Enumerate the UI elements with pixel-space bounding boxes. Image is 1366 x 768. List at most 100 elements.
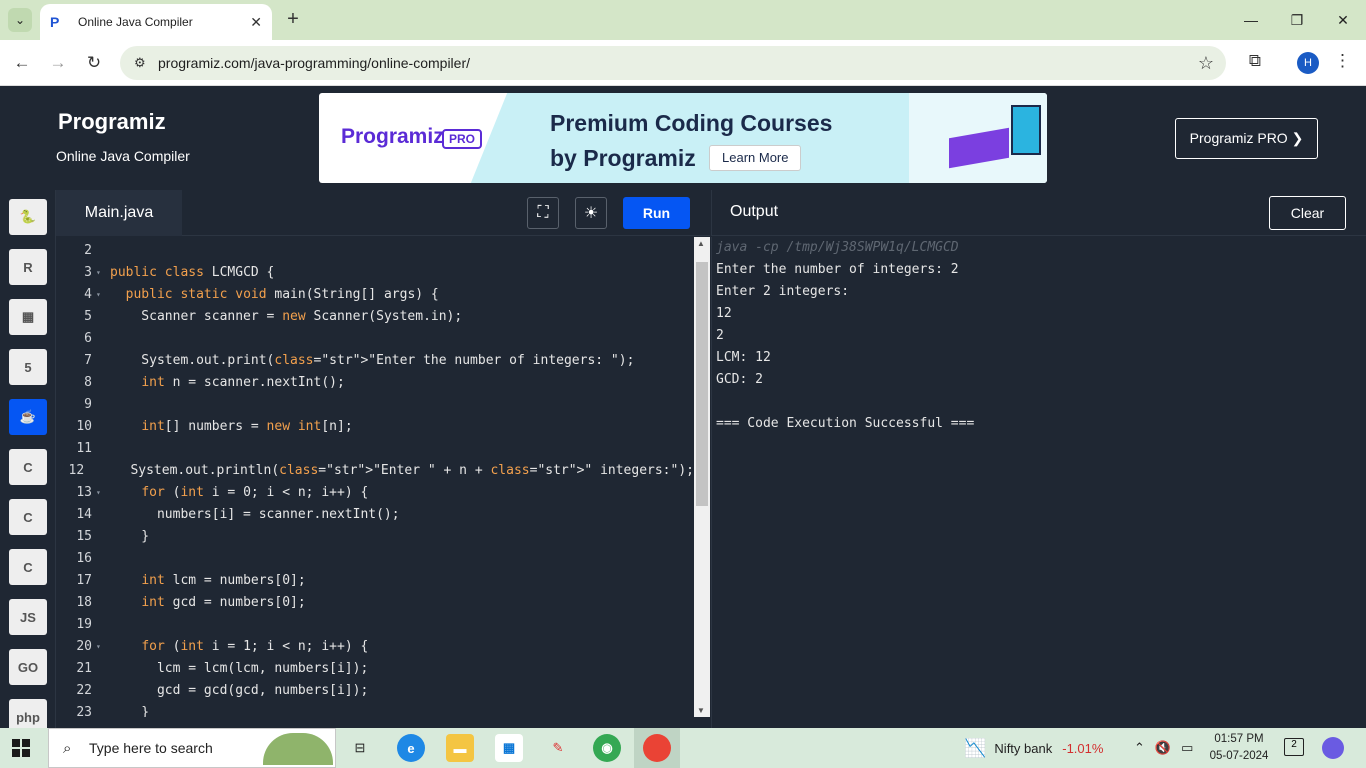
window-close-button[interactable]: ✕ [1320, 0, 1366, 40]
programiz-pro-button[interactable]: Programiz PRO ❯ [1175, 118, 1318, 159]
fold-arrow-icon[interactable]: ▾ [92, 290, 110, 299]
code-line[interactable]: 20 ▾ for (int i = 1; i < n; i++) { [56, 635, 694, 657]
python-icon[interactable]: 🐍 [9, 199, 47, 235]
task-view-icon[interactable]: ⊟ [346, 734, 374, 762]
chrome-active-icon[interactable] [634, 728, 680, 768]
sql-icon[interactable]: ▦ [9, 299, 47, 335]
restore-button[interactable]: ❐ [1274, 0, 1320, 40]
code-editor[interactable]: 2 3 ▾ public class LCMGCD {4 ▾ public static… [56, 237, 694, 717]
code-line[interactable]: 22 gcd = gcd(gcd, numbers[i]); [56, 679, 694, 701]
minimize-button[interactable]: — [1228, 0, 1274, 40]
code-line[interactable]: 9 [56, 393, 694, 415]
code-line[interactable]: 15 } [56, 525, 694, 547]
scroll-up-icon[interactable]: ▲ [697, 239, 705, 248]
nifty-value: -1.01% [1062, 740, 1104, 756]
cpp-icon[interactable]: C [9, 499, 47, 535]
bookmark-star-icon[interactable]: ☆ [1198, 53, 1214, 74]
reload-button[interactable]: ↻ [82, 51, 106, 75]
java-icon[interactable]: ☕ [9, 399, 47, 435]
browser-tab[interactable]: P Online Java Compiler ✕ [40, 4, 272, 40]
banner-logo: Programiz [341, 125, 444, 148]
html-icon[interactable]: 5 [9, 349, 47, 385]
output-line: LCM: 12 [716, 350, 771, 365]
learn-more-button[interactable]: Learn More [709, 145, 802, 171]
notification-icon[interactable]: 2 [1284, 738, 1304, 756]
fold-arrow-icon[interactable]: ▾ [92, 488, 110, 497]
taskbar-clock[interactable]: 01:57 PM 05-07-2024 [1204, 731, 1274, 765]
output-line: === Code Execution Successful === [716, 416, 975, 431]
code-line[interactable]: 23 } [56, 701, 694, 718]
tab-close-icon[interactable]: ✕ [250, 14, 262, 31]
csharp-icon[interactable]: C [9, 549, 47, 585]
microsoft-store-icon[interactable]: ▦ [495, 734, 523, 762]
clock-date: 05-07-2024 [1209, 750, 1269, 762]
page-title: Online Java Compiler [56, 148, 190, 164]
r-icon[interactable]: R [9, 249, 47, 285]
file-tab-main-java[interactable]: Main.java [56, 190, 182, 236]
edge-icon[interactable]: e [397, 734, 425, 762]
extensions-icon[interactable]: ⧉ [1244, 51, 1266, 73]
go-icon[interactable]: GO [9, 649, 47, 685]
fold-arrow-icon[interactable]: ▾ [92, 642, 110, 651]
back-button[interactable]: ← [10, 51, 34, 75]
nifty-widget[interactable]: 📉 Nifty bank -1.01% [964, 728, 1103, 768]
line-number: 16 [76, 550, 92, 566]
code-line[interactable]: 7 System.out.print(class="str">"Enter th… [56, 349, 694, 371]
profile-avatar[interactable]: H [1297, 52, 1319, 74]
code-line[interactable]: 11 [56, 437, 694, 459]
code-line[interactable]: 19 [56, 613, 694, 635]
code-line[interactable]: 10 int[] numbers = new int[n]; [56, 415, 694, 437]
code-line[interactable]: 4 ▾ public static void main(String[] args… [56, 283, 694, 305]
run-button[interactable]: Run [623, 197, 690, 229]
browser-menu-icon[interactable]: ⋮ [1334, 51, 1351, 71]
taskbar-search[interactable]: ⌕ Type here to search [48, 728, 336, 768]
tab-search-button[interactable]: ⌄ [8, 8, 32, 32]
ad-banner[interactable]: Programiz PRO Premium Coding Courses by … [319, 93, 1047, 183]
code-line[interactable]: 21 lcm = lcm(lcm, numbers[i]); [56, 657, 694, 679]
code-line[interactable]: 17 int lcm = numbers[0]; [56, 569, 694, 591]
programiz-logo[interactable]: Programiz [58, 109, 166, 135]
code-line[interactable]: 12 System.out.println(class="str">"Enter… [56, 459, 694, 481]
output-title: Output [730, 203, 779, 220]
scrollbar-thumb[interactable] [696, 262, 708, 506]
line-number: 15 [76, 528, 92, 544]
code-line[interactable]: 3 ▾ public class LCMGCD { [56, 261, 694, 283]
code-text: for (int i = 1; i < n; i++) { [141, 638, 369, 654]
clock-time: 01:57 PM [1214, 733, 1264, 745]
line-number: 5 [84, 308, 92, 324]
code-line[interactable]: 18 int gcd = numbers[0]; [56, 591, 694, 613]
code-line[interactable]: 13 ▾ for (int i = 0; i < n; i++) { [56, 481, 694, 503]
line-number: 10 [76, 418, 92, 434]
battery-icon[interactable]: ▭ [1181, 740, 1193, 756]
paint-icon[interactable]: ✎ [544, 734, 572, 762]
code-line[interactable]: 6 [56, 327, 694, 349]
site-info-icon[interactable]: ⚙ [134, 55, 154, 71]
code-text: lcm = lcm(lcm, numbers[i]); [110, 660, 369, 676]
new-tab-button[interactable]: + [282, 8, 304, 30]
code-text: numbers[i] = scanner.nextInt(); [110, 506, 400, 522]
code-line[interactable]: 16 [56, 547, 694, 569]
scroll-down-icon[interactable]: ▼ [697, 706, 705, 715]
windows-start-icon[interactable] [12, 739, 30, 757]
c-icon[interactable]: C [9, 449, 47, 485]
chevron-up-icon[interactable]: ⌃ [1134, 740, 1145, 756]
file-explorer-icon[interactable]: ▬ [446, 734, 474, 762]
copilot-icon[interactable] [1322, 737, 1344, 759]
fold-arrow-icon[interactable]: ▾ [92, 268, 110, 277]
code-line[interactable]: 5 Scanner scanner = new Scanner(System.i… [56, 305, 694, 327]
url-field[interactable]: ⚙ programiz.com/java-programming/online-… [120, 46, 1226, 80]
line-number: 21 [76, 660, 92, 676]
forward-button[interactable]: → [46, 51, 70, 75]
code-line[interactable]: 2 [56, 239, 694, 261]
code-line[interactable]: 14 numbers[i] = scanner.nextInt(); [56, 503, 694, 525]
chrome-profile-icon[interactable]: ◉ [593, 734, 621, 762]
fullscreen-icon[interactable]: ⛶ [527, 197, 559, 229]
code-line[interactable]: 8 int n = scanner.nextInt(); [56, 371, 694, 393]
theme-toggle-icon[interactable]: ☀ [575, 197, 607, 229]
speaker-muted-icon[interactable]: 🔇 [1155, 740, 1171, 756]
js-icon[interactable]: JS [9, 599, 47, 635]
editor-scrollbar[interactable]: ▲ ▼ [694, 237, 710, 717]
code-text: } [110, 704, 150, 718]
clear-button[interactable]: Clear [1269, 196, 1346, 230]
search-placeholder: Type here to search [89, 740, 213, 756]
